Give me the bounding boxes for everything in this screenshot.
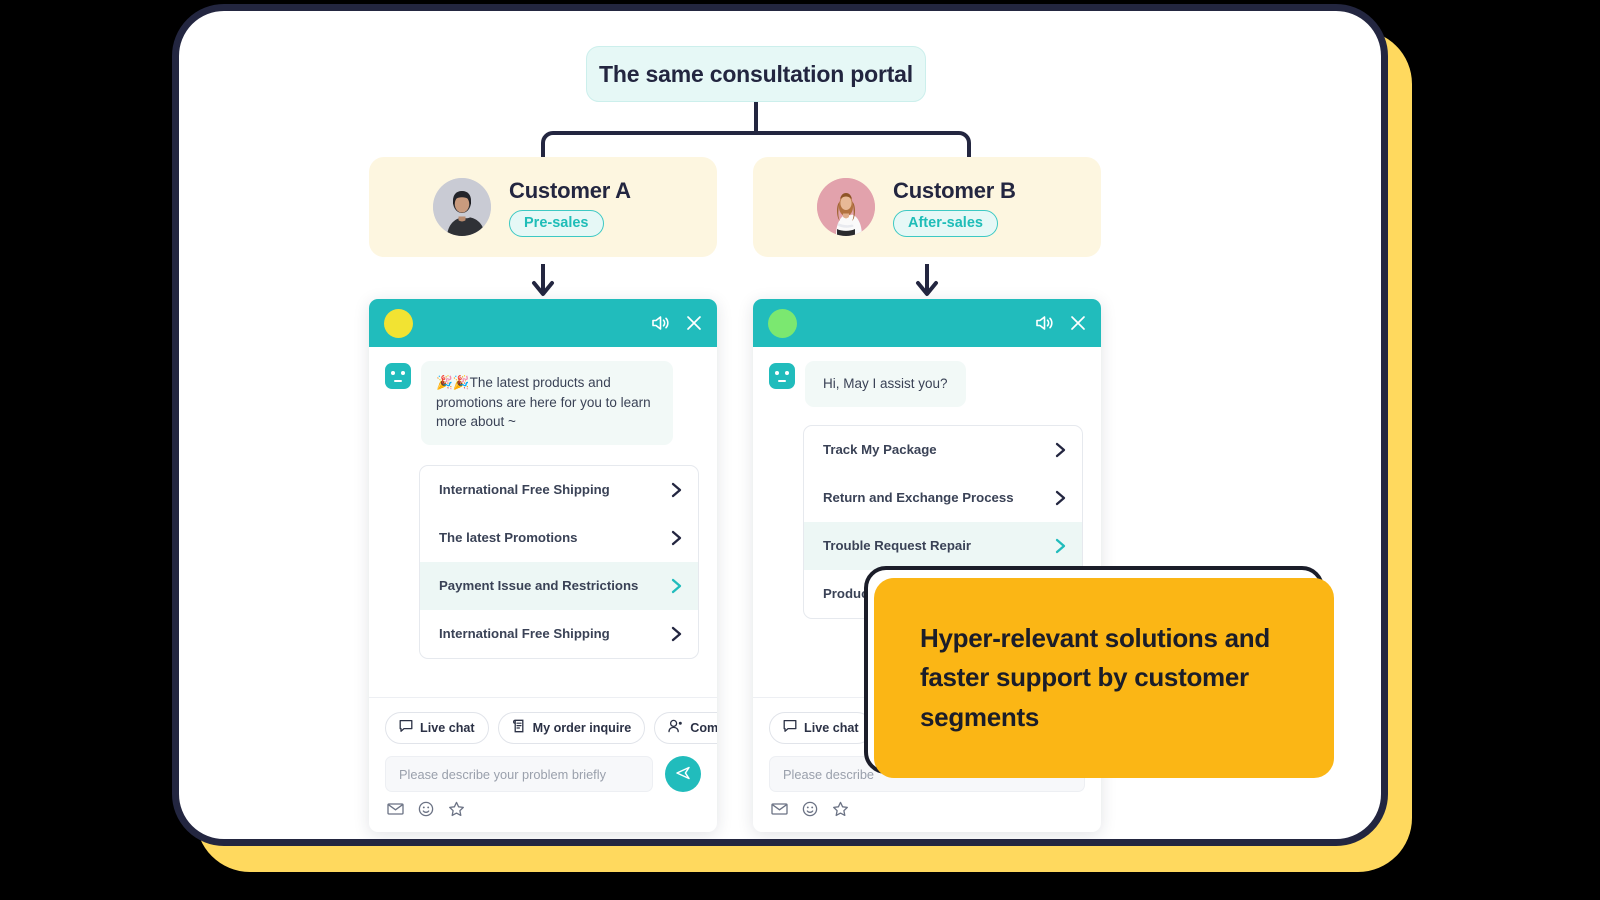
chevron-right-icon xyxy=(1054,442,1067,458)
chat-b-menu-item-2[interactable]: Return and Exchange Process xyxy=(804,474,1082,522)
chip-complaint[interactable]: Compl xyxy=(654,712,717,744)
callout-text: Hyper-relevant solutions and faster supp… xyxy=(920,622,1270,732)
chevron-right-icon xyxy=(670,530,683,546)
chat-a-header xyxy=(369,299,717,347)
chat-a-send-button[interactable] xyxy=(665,756,701,792)
menu-item-label: Payment Issue and Restrictions xyxy=(439,578,639,594)
customer-a-name: Customer A xyxy=(509,177,631,203)
emoji-icon[interactable] xyxy=(802,801,818,822)
star-icon[interactable] xyxy=(832,801,849,822)
portal-node-label: The same consultation portal xyxy=(599,60,913,87)
chat-b-footer-icons xyxy=(769,801,1085,822)
speaker-icon[interactable] xyxy=(1035,314,1054,332)
envelope-icon[interactable] xyxy=(771,802,788,821)
chat-a-greeting-text: 🎉🎉The latest products and promotions are… xyxy=(421,361,673,445)
menu-item-label: Return and Exchange Process xyxy=(823,490,1014,506)
chip-label: Compl xyxy=(690,720,717,735)
chevron-right-icon xyxy=(670,482,683,498)
female-avatar-icon xyxy=(817,178,875,236)
chevron-right-icon xyxy=(670,626,683,642)
person-search-icon xyxy=(668,719,683,736)
chat-a-status-dot xyxy=(384,308,413,338)
customer-b-segment-badge: After-sales xyxy=(893,209,998,237)
chat-bubble-icon xyxy=(399,719,413,736)
chat-b-menu-item-1[interactable]: Track My Package xyxy=(804,426,1082,474)
chat-window-customer-a: 🎉🎉The latest products and promotions are… xyxy=(369,299,717,832)
send-plane-icon xyxy=(674,764,692,785)
chat-b-header xyxy=(753,299,1101,347)
chat-a-footer-icons xyxy=(385,801,701,822)
chip-label: Live chat xyxy=(804,720,859,735)
chat-a-menu-item-1[interactable]: International Free Shipping xyxy=(420,466,698,514)
chat-a-menu: International Free Shipping The latest P… xyxy=(419,464,699,659)
chip-live-chat[interactable]: Live chat xyxy=(385,712,489,744)
chat-a-message-input[interactable] xyxy=(385,756,653,792)
bot-avatar-icon xyxy=(769,363,795,389)
close-icon[interactable] xyxy=(1069,314,1087,332)
chat-bubble-icon xyxy=(783,719,797,736)
menu-item-label: The latest Promotions xyxy=(439,530,578,546)
chip-label: My order inquire xyxy=(532,720,632,735)
menu-item-label: Track My Package xyxy=(823,442,937,458)
customer-b-name: Customer B xyxy=(893,177,1016,203)
chip-my-order-inquire[interactable]: My order inquire xyxy=(497,712,646,744)
chat-a-quick-actions: Live chat My order inquire Co xyxy=(385,712,717,744)
chat-b-status-dot xyxy=(768,308,797,338)
avatar-customer-a xyxy=(433,178,491,236)
chat-b-greeting-row: Hi, May I assist you? xyxy=(753,361,1101,407)
chat-a-menu-item-2[interactable]: The latest Promotions xyxy=(420,514,698,562)
chevron-right-icon xyxy=(1054,490,1067,506)
speaker-icon[interactable] xyxy=(651,314,670,332)
customer-a-segment-badge: Pre-sales xyxy=(509,209,604,237)
close-icon[interactable] xyxy=(685,314,703,332)
chip-live-chat[interactable]: Live chat xyxy=(769,712,873,744)
menu-item-label: International Free Shipping xyxy=(439,482,610,498)
avatar-customer-b xyxy=(817,178,875,236)
menu-item-label: International Free Shipping xyxy=(439,626,610,642)
chat-a-input-row xyxy=(385,756,701,792)
bot-avatar-icon xyxy=(385,363,411,389)
portal-node: The same consultation portal xyxy=(586,46,926,102)
customer-card-b[interactable]: Customer B After-sales xyxy=(753,157,1101,257)
callout-highlight: Hyper-relevant solutions and faster supp… xyxy=(874,578,1334,778)
chevron-right-icon xyxy=(1054,538,1067,554)
chat-a-body: 🎉🎉The latest products and promotions are… xyxy=(369,347,717,697)
customer-card-a[interactable]: Customer A Pre-sales xyxy=(369,157,717,257)
chat-b-greeting-text: Hi, May I assist you? xyxy=(805,361,966,407)
chat-b-menu-item-3[interactable]: Trouble Request Repair xyxy=(804,521,1082,570)
emoji-icon[interactable] xyxy=(418,801,434,822)
menu-item-label: Trouble Request Repair xyxy=(823,538,972,554)
chat-a-menu-item-4[interactable]: International Free Shipping xyxy=(420,610,698,658)
chat-a-footer: Live chat My order inquire Co Please des… xyxy=(369,697,717,832)
star-icon[interactable] xyxy=(448,801,465,822)
envelope-icon[interactable] xyxy=(387,802,404,821)
chat-a-greeting-row: 🎉🎉The latest products and promotions are… xyxy=(369,361,717,445)
chat-a-menu-item-3[interactable]: Payment Issue and Restrictions xyxy=(420,561,698,610)
male-avatar-icon xyxy=(433,178,491,236)
chip-label: Live chat xyxy=(420,720,475,735)
screenshot-stage: The same consultation portal Customer A … xyxy=(0,0,1600,900)
order-doc-icon xyxy=(512,719,526,736)
chevron-right-icon xyxy=(670,578,683,594)
